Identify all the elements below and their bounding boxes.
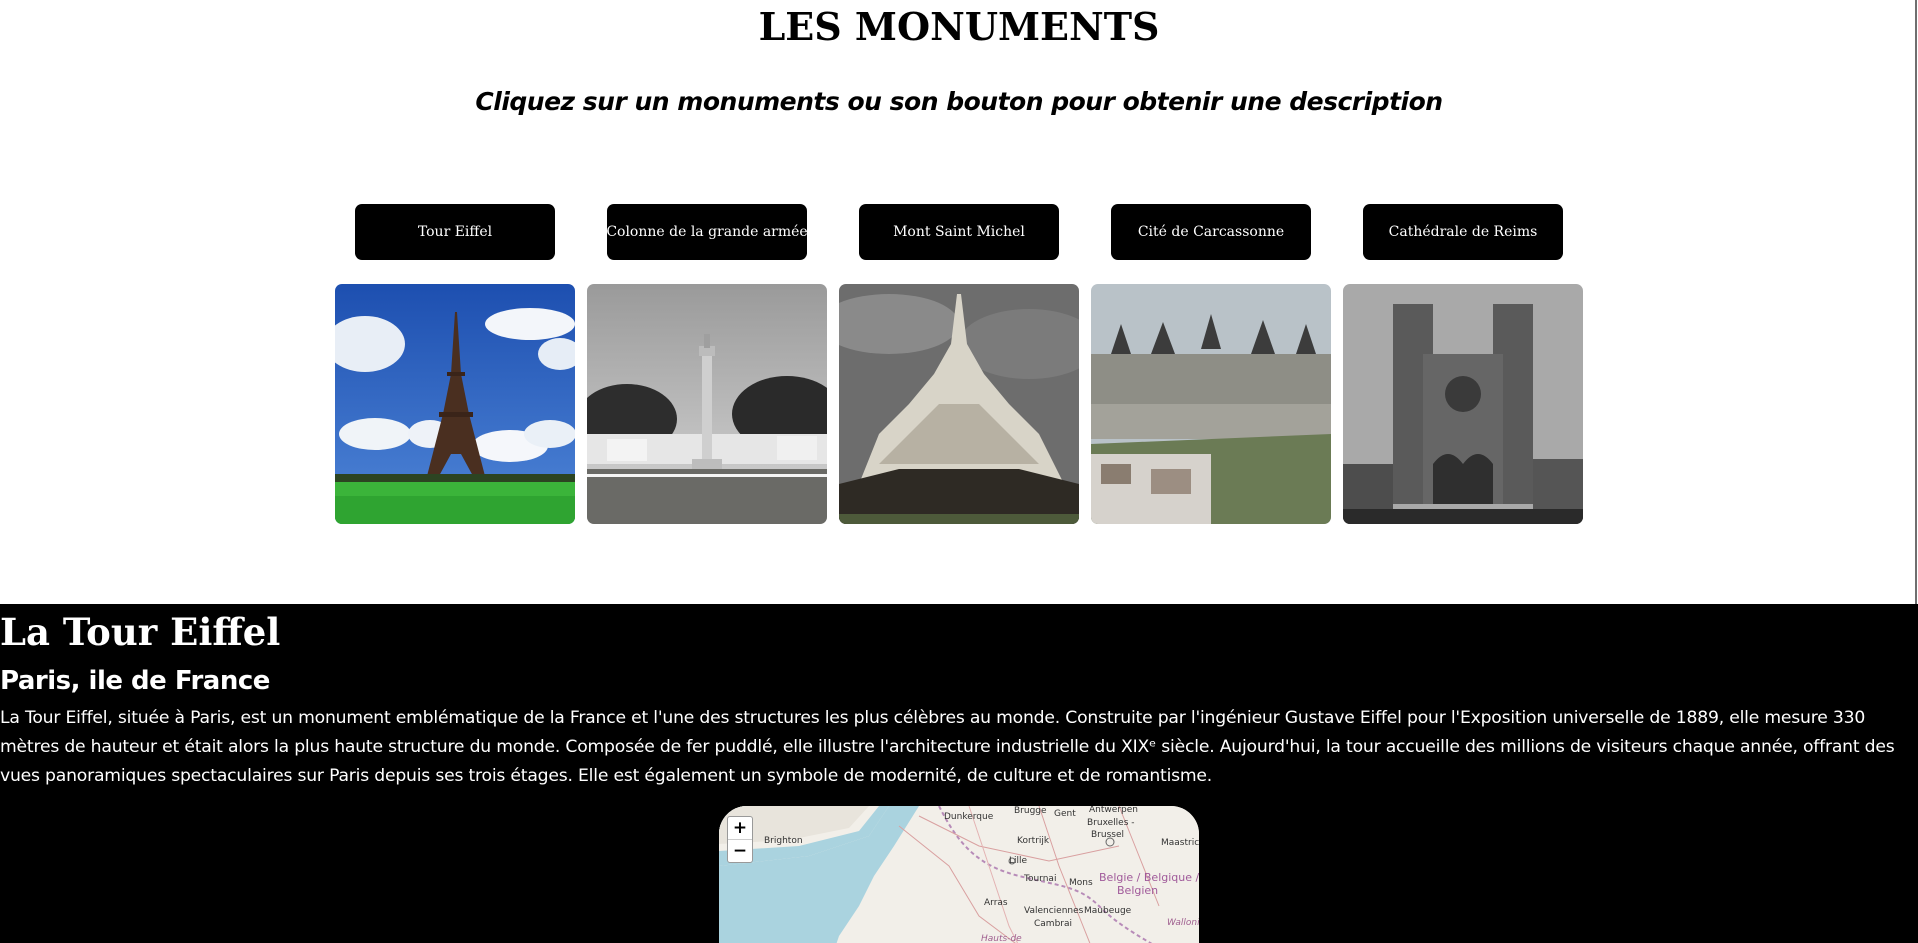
tour-eiffel-image[interactable] [335,284,575,524]
map-label-valenciennes: Valenciennes [1024,906,1084,916]
page-title: LES MONUMENTS [758,4,1160,49]
mont-saint-michel-image[interactable] [839,284,1079,524]
map-label-arras: Arras [984,898,1008,908]
location-map[interactable]: + − Brighton Dunkerque Brugge Gent Antwe… [719,806,1199,943]
map-label-mons: Mons [1069,878,1093,888]
map-label-belgien: Belgien [1117,884,1159,897]
scrollbar-thumb[interactable] [1915,0,1917,604]
map-label-brugge: Brugge [1014,806,1047,816]
map-label-maubeuge: Maubeuge [1084,906,1132,916]
map-label-antwerpen: Antwerpen [1089,806,1138,815]
map-label-tournai: Tournai [1024,874,1057,884]
map-label-belgie: Belgie / Belgique / [1099,871,1199,884]
detail-title: La Tour Eiffel [0,610,281,654]
cite-carcassonne-button[interactable]: Cité de Carcassonne [1111,204,1311,260]
page: LES MONUMENTS Cliquez sur un monuments o… [0,0,1918,943]
map-label-gent: Gent [1054,809,1076,819]
map-label-lille: Lille [1009,856,1028,866]
map-zoom-control: + − [727,816,753,863]
tour-eiffel-button[interactable]: Tour Eiffel [355,204,555,260]
map-label-cambrai: Cambrai [1034,919,1072,929]
map-label-brussel: Brussel [1091,830,1124,840]
page-subtitle: Cliquez sur un monuments ou son bouton p… [475,87,1443,116]
map-label-hauts: Hauts-de [981,934,1022,943]
colonne-grande-armee-button[interactable]: Colonne de la grande armée [606,204,808,260]
detail-location: Paris, ile de France [0,666,270,696]
scrollbar[interactable] [1914,0,1918,604]
mont-saint-michel-button[interactable]: Mont Saint Michel [859,204,1059,260]
colonne-grande-armee-image[interactable] [587,284,827,524]
map-label-brighton: Brighton [764,836,803,846]
map-label-kortrijk: Kortrijk [1017,836,1050,846]
map-label-wallonie: Wallonie [1167,918,1199,928]
map-label-dunkerque: Dunkerque [944,812,994,822]
monument-detail: La Tour Eiffel Paris, ile de France La T… [0,604,1918,943]
cathedrale-reims-image[interactable] [1343,284,1583,524]
cite-carcassonne-image[interactable] [1091,284,1331,524]
cathedrale-reims-button[interactable]: Cathédrale de Reims [1363,204,1563,260]
zoom-in-button[interactable]: + [728,817,752,839]
detail-description: La Tour Eiffel, située à Paris, est un m… [0,708,1895,786]
map-label-maastricht: Maastricht [1161,838,1199,848]
map-label-bruxelles: Bruxelles - [1087,818,1135,828]
zoom-out-button[interactable]: − [728,839,752,862]
